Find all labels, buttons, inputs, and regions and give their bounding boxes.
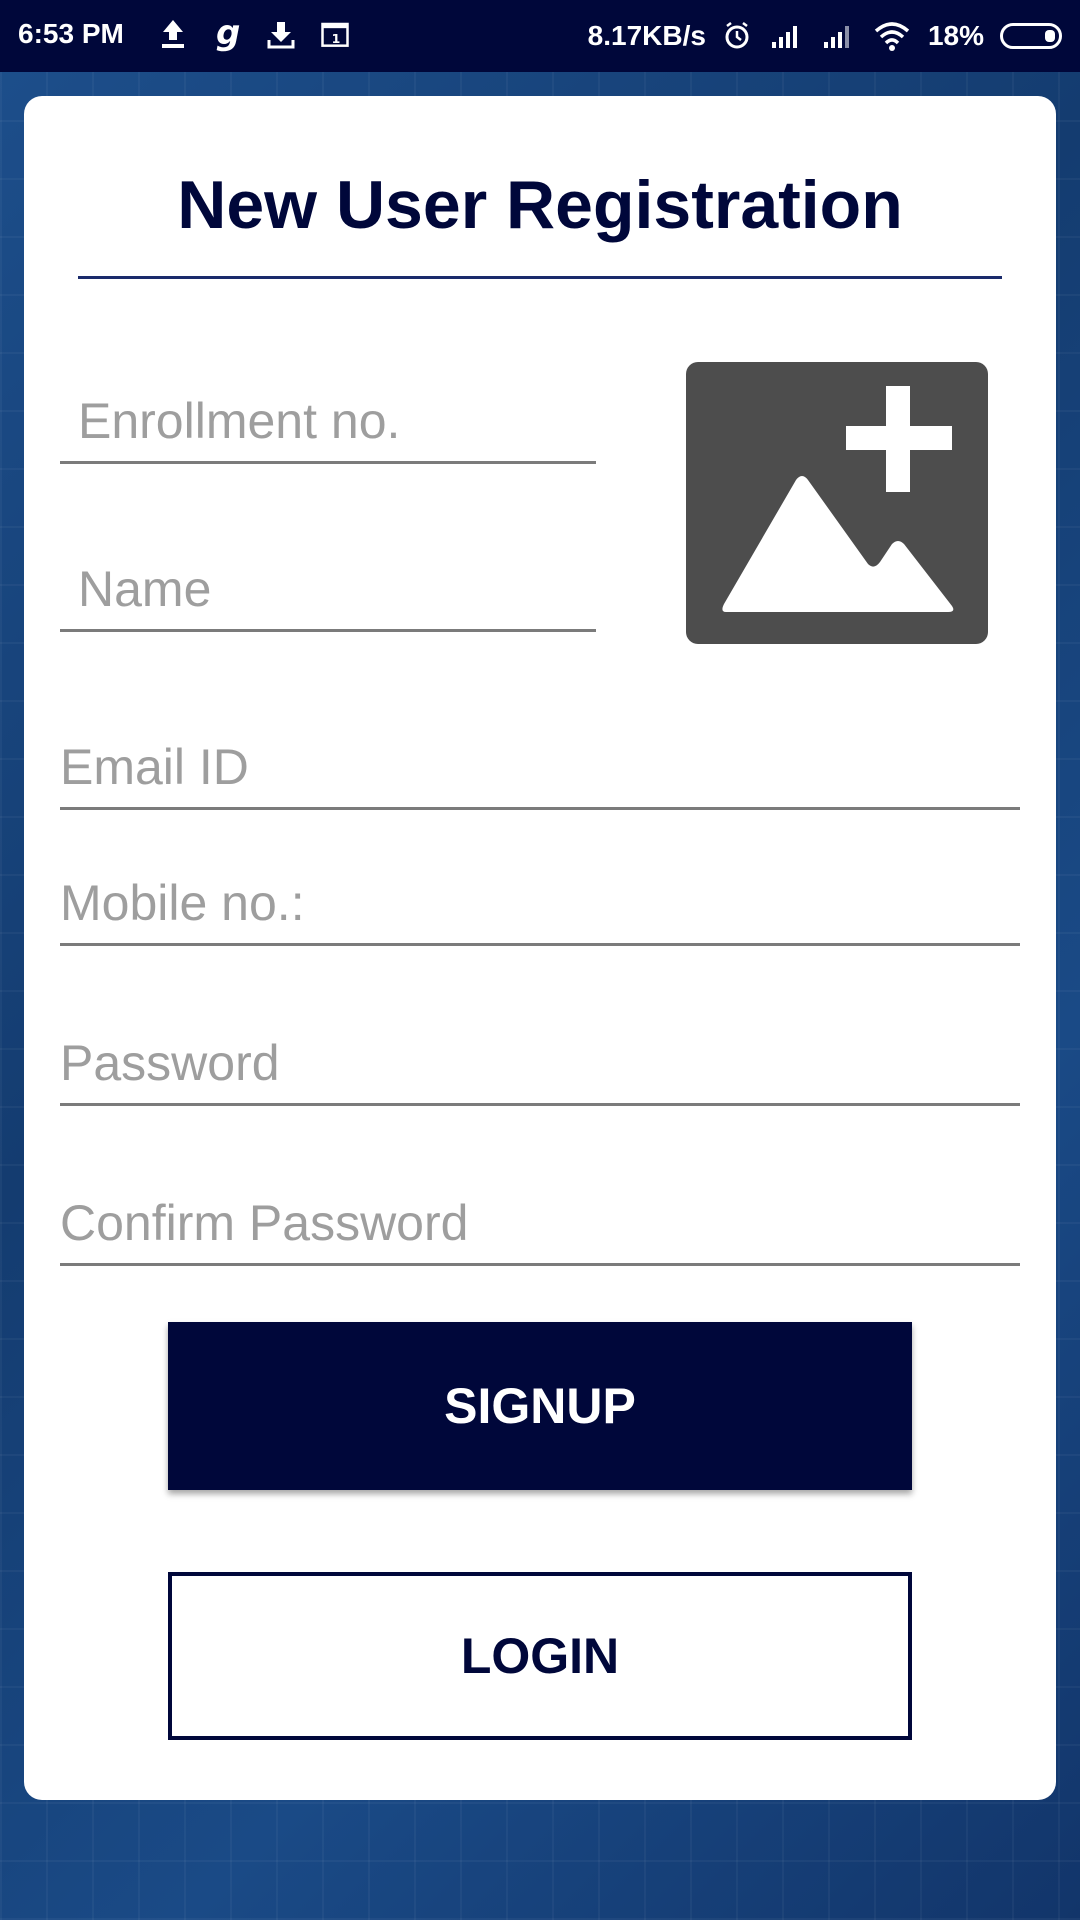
signal-icon-2 bbox=[823, 26, 849, 48]
registration-card: New User Registration SIGNUP LOGIN bbox=[24, 96, 1056, 1800]
calendar-icon: 1 bbox=[321, 22, 349, 47]
name-input[interactable] bbox=[60, 554, 614, 624]
status-time: 6:53 PM bbox=[18, 18, 124, 49]
mobile-input[interactable] bbox=[60, 868, 1020, 938]
email-input[interactable] bbox=[60, 732, 1020, 802]
system-icons: 8.17KB/s 18% bbox=[588, 18, 1062, 54]
enrollment-field bbox=[60, 386, 614, 464]
network-speed: 8.17KB/s bbox=[587, 20, 706, 51]
password-input[interactable] bbox=[60, 1028, 1020, 1098]
add-image-icon bbox=[722, 386, 954, 612]
name-field bbox=[60, 554, 614, 632]
svg-text:g: g bbox=[216, 16, 240, 52]
svg-text:1: 1 bbox=[332, 31, 341, 46]
wifi-icon bbox=[874, 22, 910, 51]
email-field bbox=[60, 732, 1020, 810]
confirm-password-field bbox=[60, 1188, 1020, 1266]
alarm-icon bbox=[725, 22, 749, 49]
status-bar: 6:53 PM g 1 8.17KB/s 18% bbox=[0, 0, 1080, 72]
confirm-password-input[interactable] bbox=[60, 1188, 1020, 1258]
password-field bbox=[60, 1028, 1020, 1106]
enrollment-input[interactable] bbox=[60, 386, 614, 456]
page-title: New User Registration bbox=[177, 167, 903, 243]
battery-icon bbox=[1000, 23, 1062, 49]
upload-icon bbox=[162, 20, 184, 48]
download-icon bbox=[267, 22, 295, 49]
gaana-icon: g bbox=[216, 16, 240, 52]
title-divider bbox=[78, 276, 1002, 279]
login-button[interactable]: LOGIN bbox=[168, 1572, 912, 1740]
signal-icon bbox=[771, 26, 797, 48]
notification-icons: g 1 bbox=[158, 16, 350, 52]
mobile-field bbox=[60, 868, 1020, 946]
battery-percent: 18% bbox=[927, 20, 984, 51]
add-photo-button[interactable] bbox=[686, 362, 988, 644]
signup-button[interactable]: SIGNUP bbox=[168, 1322, 912, 1490]
